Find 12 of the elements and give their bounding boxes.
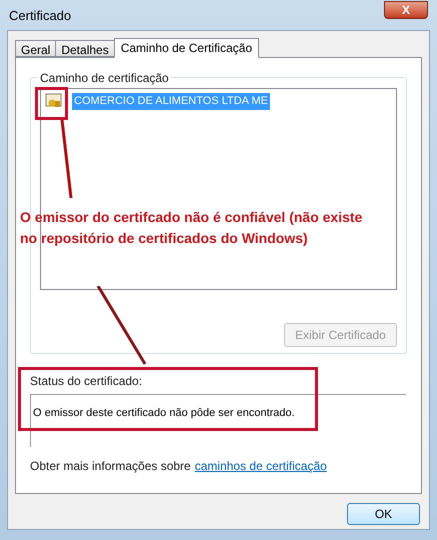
tab[interactable]: Caminho de Certificação xyxy=(114,38,260,58)
tab[interactable]: Geral xyxy=(15,40,56,57)
certification-paths-link[interactable]: caminhos de certificação xyxy=(194,457,327,475)
annotation-text: O emissor do certifcado não é confiável (não existe no repositório de certificados do Windows) xyxy=(20,208,364,248)
tab[interactable]: Detalhes xyxy=(55,40,114,57)
certificate-icon xyxy=(45,93,63,110)
info-text: Obter mais informações sobre xyxy=(30,458,191,475)
status-label: Status do certificado: xyxy=(30,373,144,390)
ok-button[interactable]: OK xyxy=(347,503,420,525)
status-text: O emissor deste certificado não pôde ser encontrado. xyxy=(33,407,295,419)
window-title: Certificado xyxy=(9,7,72,26)
highlight-frame xyxy=(35,87,68,120)
